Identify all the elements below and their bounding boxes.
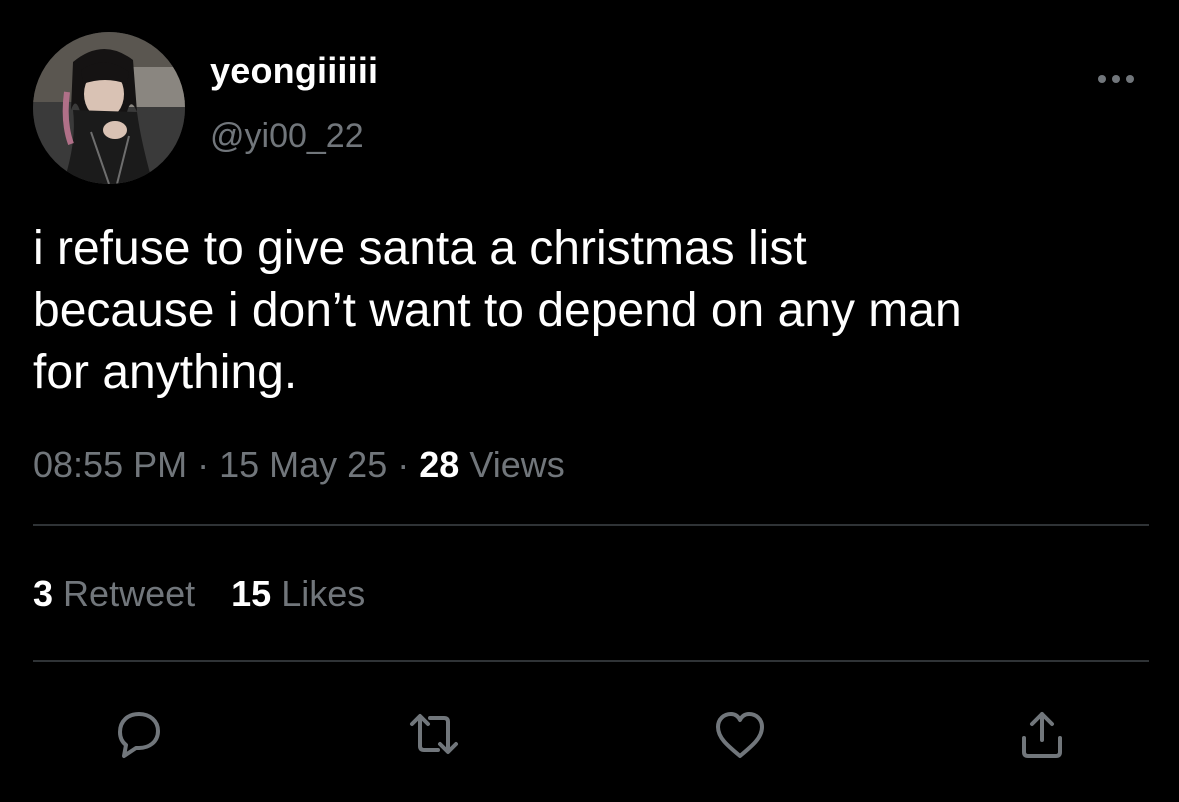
views-count: 28 bbox=[419, 444, 460, 485]
retweets-stat[interactable]: 3 Retweet bbox=[33, 573, 195, 615]
likes-stat[interactable]: 15 Likes bbox=[231, 573, 365, 615]
tweet-time[interactable]: 08:55 PM bbox=[33, 444, 187, 485]
like-heart-icon bbox=[716, 712, 764, 758]
author-handle[interactable]: @yi00_22 bbox=[210, 117, 364, 156]
like-button[interactable] bbox=[710, 706, 770, 762]
retweet-button[interactable] bbox=[404, 706, 464, 762]
share-icon bbox=[1022, 712, 1062, 758]
retweets-count: 3 bbox=[33, 573, 54, 614]
reply-icon bbox=[118, 712, 160, 758]
more-options-button[interactable] bbox=[1094, 66, 1138, 92]
divider bbox=[33, 524, 1149, 526]
retweets-label: Retweet bbox=[63, 573, 196, 614]
divider bbox=[33, 660, 1149, 662]
tweet-detail: yeongiiiiii @yi00_22 i refuse to give sa… bbox=[0, 0, 1179, 802]
tweet-text: i refuse to give santa a christmas list … bbox=[33, 222, 962, 399]
avatar-photo-icon bbox=[33, 32, 185, 184]
tweet-meta: 08:55 PM · 15 May 25 · 28 Views bbox=[33, 444, 565, 486]
reply-button[interactable] bbox=[108, 706, 168, 762]
meta-separator: · bbox=[197, 444, 210, 485]
meta-separator: · bbox=[397, 444, 410, 485]
likes-label: Likes bbox=[281, 573, 366, 614]
share-button[interactable] bbox=[1012, 706, 1072, 762]
tweet-date[interactable]: 15 May 25 bbox=[219, 444, 387, 485]
engagement-stats: 3 Retweet 15 Likes bbox=[33, 573, 365, 615]
likes-count: 15 bbox=[231, 573, 272, 614]
author-avatar[interactable] bbox=[33, 32, 185, 184]
retweet-icon bbox=[410, 714, 458, 754]
author-display-name[interactable]: yeongiiiiii bbox=[210, 50, 378, 92]
views-label: Views bbox=[469, 444, 565, 485]
more-dots-icon bbox=[1098, 75, 1134, 83]
